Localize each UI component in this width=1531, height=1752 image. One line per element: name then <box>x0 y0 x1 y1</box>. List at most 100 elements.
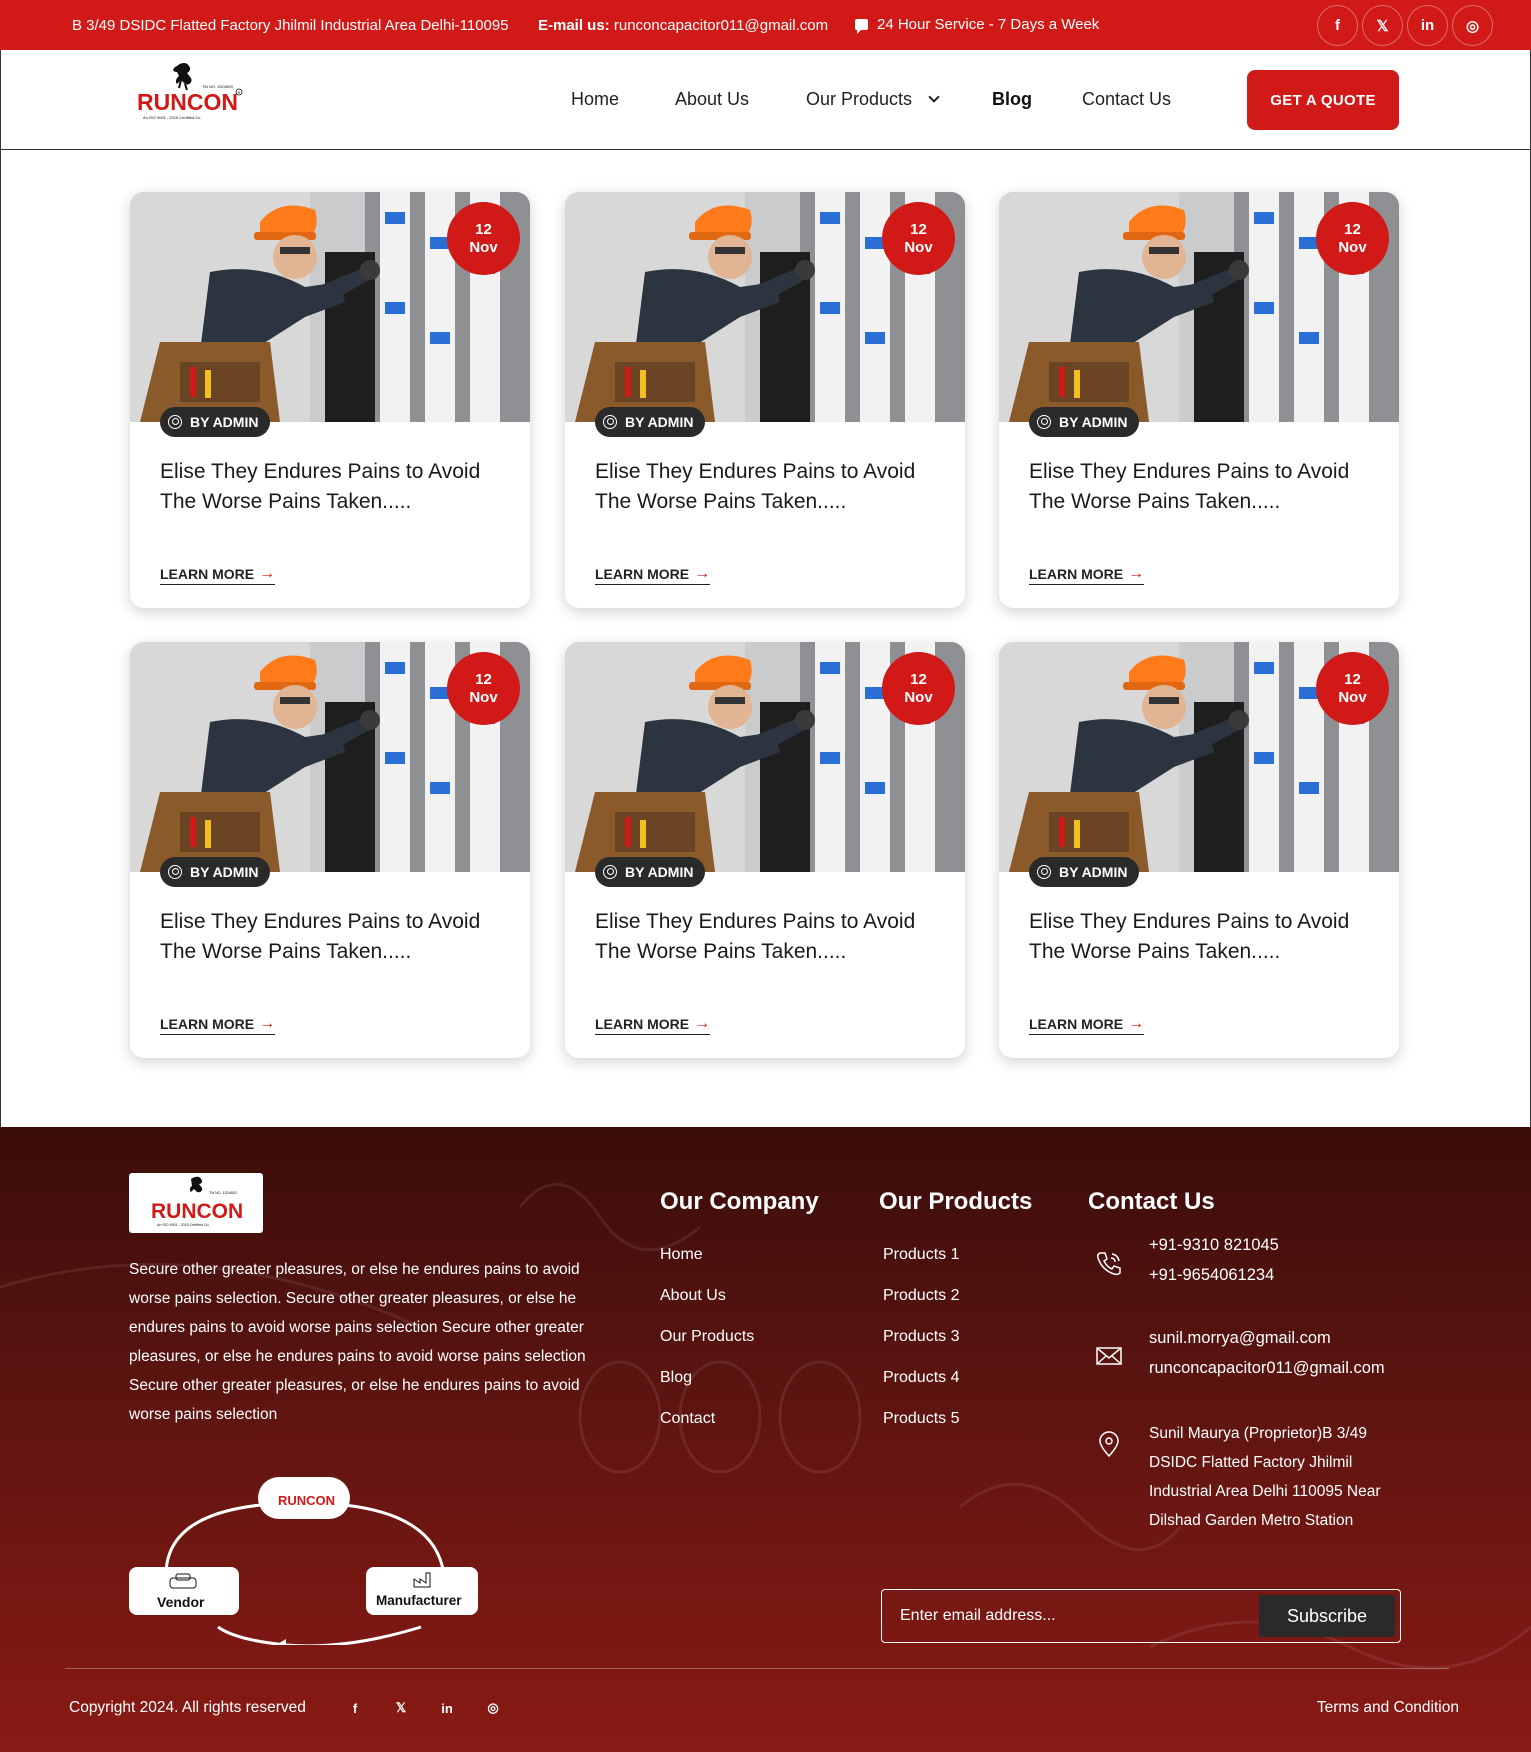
x-icon[interactable]: 𝕏 <box>1362 5 1403 46</box>
nav-blog[interactable]: Blog <box>992 89 1032 110</box>
footer-socials: f 𝕏 in ◎ <box>346 1699 502 1717</box>
date-month: Nov <box>904 688 933 706</box>
instagram-icon[interactable]: ◎ <box>1452 5 1493 46</box>
date-day: 12 <box>475 670 492 688</box>
blog-card-title[interactable]: Elise They Endures Pains to Avoid The Wo… <box>595 457 935 517</box>
nav-contact[interactable]: Contact Us <box>1082 89 1171 110</box>
date-day: 12 <box>910 220 927 238</box>
date-day: 12 <box>910 670 927 688</box>
date-day: 12 <box>1344 220 1361 238</box>
learn-more-label: LEARN MORE <box>595 566 690 582</box>
author-badge: BY ADMIN <box>595 857 706 887</box>
nav-home[interactable]: Home <box>571 89 619 110</box>
date-badge: 12 Nov <box>882 202 955 275</box>
learn-more-link[interactable]: LEARN MORE → <box>595 1015 711 1035</box>
footer-link-home[interactable]: Home <box>660 1246 703 1264</box>
top-bar: B 3/49 DSIDC Flatted Factory Jhilmil Ind… <box>0 0 1531 50</box>
footer-product-4[interactable]: Products 4 <box>883 1369 959 1387</box>
date-month: Nov <box>1338 238 1367 256</box>
linkedin-icon[interactable]: in <box>438 1699 456 1717</box>
author-badge: BY ADMIN <box>595 407 706 437</box>
supply-cycle-diagram: RUNCON Vendor Manufacturer <box>129 1477 478 1645</box>
footer-link-products[interactable]: Our Products <box>660 1328 754 1346</box>
nav-products[interactable]: Our Products <box>806 89 940 110</box>
top-email[interactable]: E-mail us: runconcapacitor011@gmail.com <box>538 17 828 34</box>
blog-card-title[interactable]: Elise They Endures Pains to Avoid The Wo… <box>1029 457 1369 517</box>
blog-card[interactable]: 12 Nov BY ADMIN Elise They Endures Pains… <box>999 192 1399 608</box>
author-label: BY ADMIN <box>625 864 694 880</box>
learn-more-link[interactable]: LEARN MORE → <box>160 565 276 585</box>
blog-card-title[interactable]: Elise They Endures Pains to Avoid The Wo… <box>1029 907 1369 967</box>
svg-text:An ISO 9001 : 2015 Certified C: An ISO 9001 : 2015 Certified Co. <box>143 115 201 120</box>
service-text: 24 Hour Service - 7 Days a Week <box>877 16 1100 33</box>
chat-icon <box>855 19 868 34</box>
learn-more-label: LEARN MORE <box>1029 1016 1124 1032</box>
svg-text:Vendor: Vendor <box>157 1594 205 1610</box>
facebook-icon[interactable]: f <box>1317 5 1358 46</box>
date-badge: 12 Nov <box>447 202 520 275</box>
horse-icon <box>173 63 192 91</box>
author-badge: BY ADMIN <box>1029 407 1140 437</box>
email-2[interactable]: runconcapacitor011@gmail.com <box>1149 1353 1385 1383</box>
svg-text:Manufacturer: Manufacturer <box>376 1593 462 1608</box>
date-badge: 12 Nov <box>1316 202 1389 275</box>
date-badge: 12 Nov <box>882 652 955 725</box>
linkedin-icon[interactable]: in <box>1407 5 1448 46</box>
footer-divider <box>65 1668 1449 1669</box>
learn-more-link[interactable]: LEARN MORE → <box>160 1015 276 1035</box>
terms-link[interactable]: Terms and Condition <box>1317 1699 1459 1717</box>
footer-product-1[interactable]: Products 1 <box>883 1246 959 1264</box>
footer-link-about[interactable]: About Us <box>660 1287 726 1305</box>
x-icon[interactable]: 𝕏 <box>392 1699 410 1717</box>
copyright-text: Copyright 2024. All rights reserved <box>69 1699 306 1716</box>
arrow-right-icon: → <box>259 1015 276 1032</box>
svg-text:RUNCON: RUNCON <box>278 1493 335 1508</box>
footer-product-3[interactable]: Products 3 <box>883 1328 959 1346</box>
contact-emails: sunil.morrya@gmail.com runconcapacitor01… <box>1149 1323 1385 1383</box>
subscribe-button[interactable]: Subscribe <box>1259 1595 1395 1637</box>
newsletter-email-input[interactable] <box>900 1604 1200 1628</box>
footer-link-contact[interactable]: Contact <box>660 1410 715 1428</box>
learn-more-link[interactable]: LEARN MORE → <box>1029 1015 1145 1035</box>
user-icon <box>603 415 617 429</box>
user-icon <box>603 865 617 879</box>
author-badge: BY ADMIN <box>160 857 271 887</box>
footer-logo[interactable]: TM NO. 1524653 RUNCON An ISO 9001 : 2015… <box>129 1173 263 1233</box>
blog-card[interactable]: 12 Nov BY ADMIN Elise They Endures Pains… <box>130 642 530 1058</box>
phone-1[interactable]: +91-9310 821045 <box>1149 1230 1279 1260</box>
author-label: BY ADMIN <box>190 864 259 880</box>
learn-more-label: LEARN MORE <box>1029 566 1124 582</box>
learn-more-link[interactable]: LEARN MORE → <box>1029 565 1145 585</box>
footer-product-5[interactable]: Products 5 <box>883 1410 959 1428</box>
blog-card-title[interactable]: Elise They Endures Pains to Avoid The Wo… <box>160 457 500 517</box>
newsletter-form: Subscribe <box>881 1589 1401 1643</box>
mail-icon <box>1096 1347 1122 1365</box>
instagram-icon[interactable]: ◎ <box>484 1699 502 1717</box>
get-quote-button[interactable]: GET A QUOTE <box>1247 70 1399 130</box>
blog-card-title[interactable]: Elise They Endures Pains to Avoid The Wo… <box>595 907 935 967</box>
blog-card-title[interactable]: Elise They Endures Pains to Avoid The Wo… <box>160 907 500 967</box>
location-icon <box>1099 1431 1119 1458</box>
email-label: E-mail us: <box>538 17 610 34</box>
learn-more-link[interactable]: LEARN MORE → <box>595 565 711 585</box>
footer-product-2[interactable]: Products 2 <box>883 1287 959 1305</box>
svg-text:TM NO. 1524653: TM NO. 1524653 <box>209 1191 237 1195</box>
email-1[interactable]: sunil.morrya@gmail.com <box>1149 1323 1385 1353</box>
blog-card[interactable]: 12 Nov BY ADMIN Elise They Endures Pains… <box>565 192 965 608</box>
footer-link-blog[interactable]: Blog <box>660 1369 692 1387</box>
arrow-right-icon: → <box>694 565 711 582</box>
date-month: Nov <box>904 238 933 256</box>
blog-card[interactable]: 12 Nov BY ADMIN Elise They Endures Pains… <box>999 642 1399 1058</box>
date-badge: 12 Nov <box>1316 652 1389 725</box>
blog-card[interactable]: 12 Nov BY ADMIN Elise They Endures Pains… <box>130 192 530 608</box>
date-day: 12 <box>1344 670 1361 688</box>
blog-card[interactable]: 12 Nov BY ADMIN Elise They Endures Pains… <box>565 642 965 1058</box>
nav-about[interactable]: About Us <box>675 89 749 110</box>
learn-more-label: LEARN MORE <box>160 566 255 582</box>
contact-phones: +91-9310 821045 +91-9654061234 <box>1149 1230 1279 1290</box>
learn-more-label: LEARN MORE <box>595 1016 690 1032</box>
phone-2[interactable]: +91-9654061234 <box>1149 1260 1279 1290</box>
arrow-right-icon: → <box>1128 565 1145 582</box>
author-badge: BY ADMIN <box>1029 857 1140 887</box>
facebook-icon[interactable]: f <box>346 1699 364 1717</box>
